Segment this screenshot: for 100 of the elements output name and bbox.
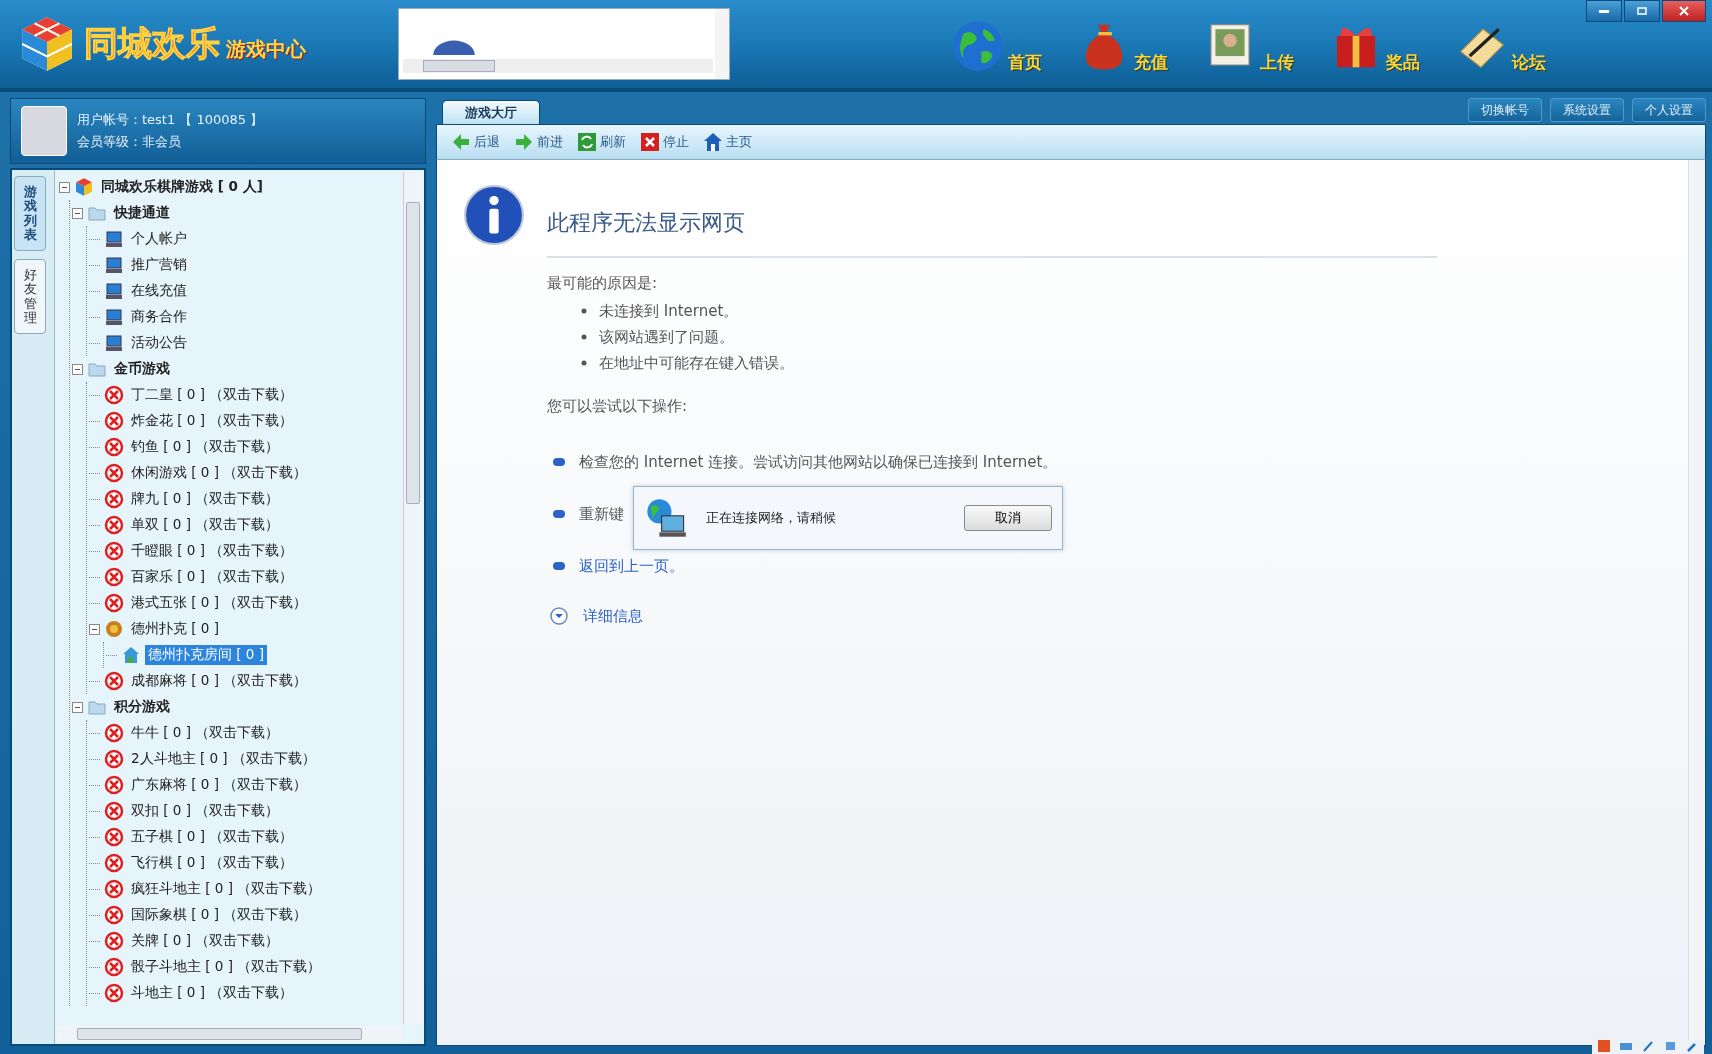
- tree-item[interactable]: 千瞪眼 [ 0 ] （双击下载）: [128, 541, 297, 561]
- globe-icon: [950, 18, 1006, 74]
- error-icon: [104, 463, 124, 483]
- tree-item[interactable]: 休闲游戏 [ 0 ] （双击下载）: [128, 463, 311, 483]
- member-level: 会员等级：非会员: [77, 133, 182, 151]
- tree-item[interactable]: 关牌 [ 0 ] （双击下载）: [128, 931, 283, 951]
- cancel-button[interactable]: 取消: [964, 505, 1052, 531]
- tree-item[interactable]: 疯狂斗地主 [ 0 ] （双击下载）: [128, 879, 325, 899]
- bullet-icon: [553, 458, 565, 466]
- toolbar-button[interactable]: 刷新: [577, 132, 626, 152]
- error-icon: [104, 983, 124, 1003]
- back-link[interactable]: 返回到上一页。: [579, 556, 684, 576]
- account-button[interactable]: 切换帐号: [1468, 98, 1542, 122]
- cube-logo-icon: [74, 177, 94, 197]
- logo-subtitle: 游戏中心: [226, 35, 306, 63]
- error-icon: [104, 905, 124, 925]
- monitor-icon: [104, 229, 124, 249]
- tree-item[interactable]: 2人斗地主 [ 0 ] （双击下载）: [128, 749, 319, 769]
- tree-item[interactable]: 飞行棋 [ 0 ] （双击下载）: [128, 853, 297, 873]
- bullet-icon: [581, 360, 587, 366]
- tree-item[interactable]: 活动公告: [128, 333, 190, 353]
- tree-item[interactable]: 单双 [ 0 ] （双击下载）: [128, 515, 283, 535]
- tree-item[interactable]: 牌九 [ 0 ] （双击下载）: [128, 489, 283, 509]
- error-icon: [104, 853, 124, 873]
- tree-item[interactable]: 五子棋 [ 0 ] （双击下载）: [128, 827, 297, 847]
- minimize-icon: [1599, 9, 1609, 13]
- tree-item[interactable]: 百家乐 [ 0 ] （双击下载）: [128, 567, 297, 587]
- nav-button[interactable]: 论坛: [1454, 18, 1550, 74]
- expand-toggle-icon[interactable]: [89, 623, 100, 635]
- bullet-icon: [553, 562, 565, 570]
- info-icon: [463, 184, 525, 246]
- tree-item[interactable]: 牛牛 [ 0 ] （双击下载）: [128, 723, 283, 743]
- tree-item[interactable]: 斗地主 [ 0 ] （双击下载）: [128, 983, 297, 1003]
- nav-button[interactable]: 奖品: [1328, 18, 1424, 74]
- reason-text: 在地址中可能存在键入错误。: [599, 353, 794, 373]
- toolbar-button[interactable]: 主页: [703, 132, 752, 152]
- vertical-scrollbar[interactable]: [403, 172, 422, 1024]
- tree-item[interactable]: 炸金花 [ 0 ] （双击下载）: [128, 411, 297, 431]
- tree-item[interactable]: 金币游戏: [111, 359, 173, 379]
- error-icon: [104, 385, 124, 405]
- tree-item[interactable]: 德州扑克 [ 0 ]: [128, 619, 222, 639]
- expand-toggle-icon[interactable]: [72, 207, 83, 219]
- expand-toggle-icon[interactable]: [72, 363, 83, 375]
- side-tab[interactable]: 游戏列表: [14, 176, 46, 252]
- tree-item[interactable]: 丁二皇 [ 0 ] （双击下载）: [128, 385, 297, 405]
- tree-item[interactable]: 骰子斗地主 [ 0 ] （双击下载）: [128, 957, 325, 977]
- dialog-message: 正在连接网络，请稍候: [706, 509, 837, 527]
- stop-icon: [640, 132, 660, 152]
- tree-item[interactable]: 广东麻将 [ 0 ] （双击下载）: [128, 775, 311, 795]
- tree-item[interactable]: 商务合作: [128, 307, 190, 327]
- error-icon: [104, 541, 124, 561]
- account-button[interactable]: 个人设置: [1632, 98, 1706, 122]
- tab[interactable]: 游戏大厅: [442, 100, 540, 124]
- error-icon: [104, 515, 124, 535]
- minimize-button[interactable]: [1586, 0, 1622, 22]
- avatar: [21, 106, 67, 156]
- tree-item[interactable]: 在线充值: [128, 281, 190, 301]
- tree-item[interactable]: 双扣 [ 0 ] （双击下载）: [128, 801, 283, 821]
- expand-toggle-icon[interactable]: [72, 701, 83, 713]
- back-arrow-icon: [451, 132, 471, 152]
- reason-text: 未连接到 Internet。: [599, 301, 739, 321]
- side-tab[interactable]: 好友管理: [14, 259, 46, 335]
- toolbar-button[interactable]: 前进: [514, 132, 563, 152]
- tree-item[interactable]: 钓鱼 [ 0 ] （双击下载）: [128, 437, 283, 457]
- logo-title: 同城欢乐: [84, 22, 220, 65]
- horizontal-scrollbar[interactable]: [403, 59, 713, 73]
- restore-button[interactable]: [1624, 0, 1660, 22]
- horizontal-scrollbar[interactable]: [57, 1026, 402, 1042]
- error-icon: [104, 411, 124, 431]
- vertical-scrollbar[interactable]: [1688, 160, 1705, 1045]
- network-computer-icon: [644, 496, 688, 540]
- error-icon: [104, 827, 124, 847]
- refresh-icon: [577, 132, 597, 152]
- expand-toggle-icon[interactable]: [59, 181, 70, 193]
- tree-item[interactable]: 德州扑克房间 [ 0 ]: [145, 645, 267, 665]
- pen-icon: [1642, 1040, 1654, 1052]
- tree-item[interactable]: 快捷通道: [111, 203, 173, 223]
- tree-item[interactable]: 推广营销: [128, 255, 190, 275]
- nav-button[interactable]: 上传: [1202, 18, 1298, 74]
- monitor-icon: [104, 307, 124, 327]
- tree-item[interactable]: 积分游戏: [111, 697, 173, 717]
- tree-root[interactable]: 同城欢乐棋牌游戏 [ 0 人]: [98, 177, 266, 197]
- tree-item[interactable]: 成都麻将 [ 0 ] （双击下载）: [128, 671, 311, 691]
- nav-button[interactable]: 充值: [1076, 18, 1172, 74]
- tree-item[interactable]: 港式五张 [ 0 ] （双击下载）: [128, 593, 311, 613]
- error-title: 此程序无法显示网页: [547, 209, 746, 237]
- bullet-icon: [553, 510, 565, 518]
- tree-item[interactable]: 个人帐户: [128, 229, 190, 249]
- account-button[interactable]: 系统设置: [1550, 98, 1624, 122]
- close-button[interactable]: [1662, 0, 1706, 22]
- error-icon: [104, 957, 124, 977]
- toolbar-button[interactable]: 后退: [451, 132, 500, 152]
- tree-item[interactable]: 国际象棋 [ 0 ] （双击下载）: [128, 905, 311, 925]
- error-icon: [104, 775, 124, 795]
- action-text: 重新键: [579, 504, 624, 524]
- nav-button[interactable]: 首页: [950, 18, 1046, 74]
- actions-heading: 您可以尝试以下操作:: [547, 397, 689, 416]
- vertical-scrollbar[interactable]: [715, 9, 729, 79]
- toolbar-button[interactable]: 停止: [640, 132, 689, 152]
- details-link[interactable]: 详细信息: [583, 606, 643, 626]
